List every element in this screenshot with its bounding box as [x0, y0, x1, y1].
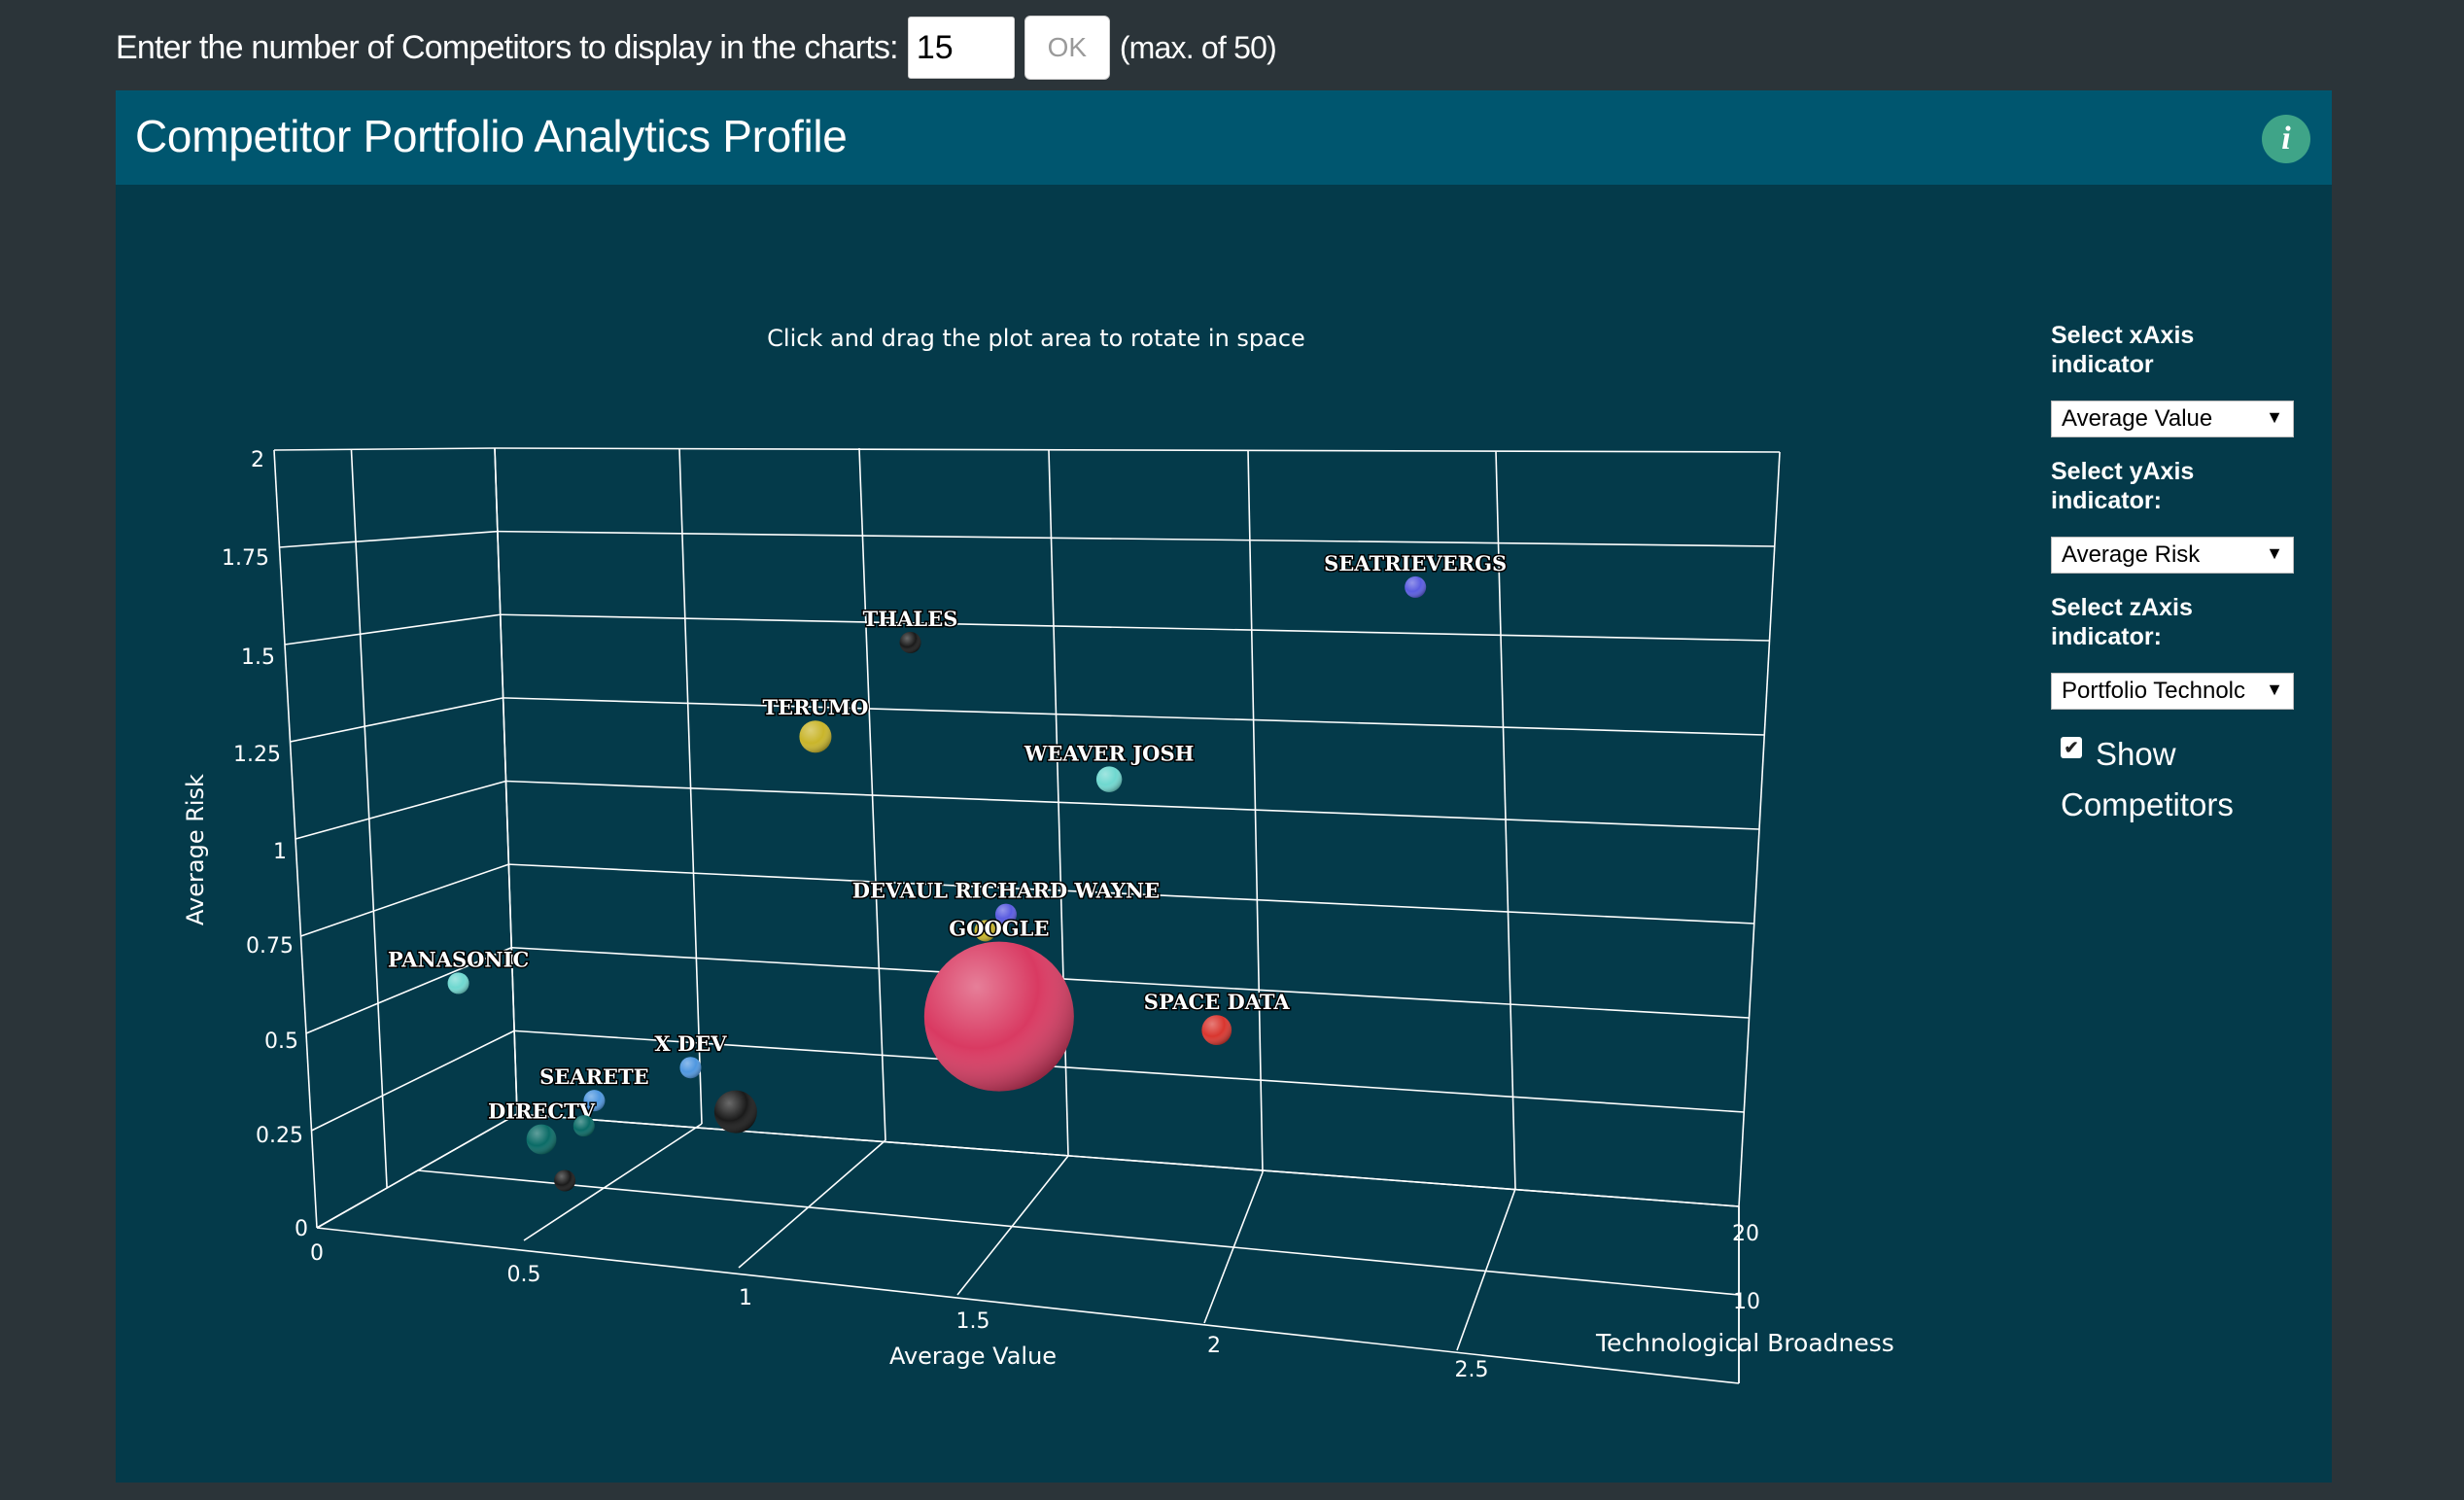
z-axis-label: Technological Broadness [1595, 1329, 1894, 1357]
data-point[interactable] [713, 1090, 757, 1134]
floor-line [738, 1139, 886, 1269]
data-point[interactable] [573, 1115, 595, 1137]
x-axis-select[interactable]: Average Value ▼ [2051, 401, 2294, 437]
floor-back-edge [516, 1113, 1740, 1207]
point-shading [447, 972, 469, 994]
show-competitors-row: ✔ Show [2051, 729, 2323, 780]
data-point[interactable]: TERUMO [761, 694, 870, 753]
competitor-count-input[interactable] [907, 17, 1015, 79]
left-wall-hline [290, 697, 503, 743]
point-shading [1201, 1015, 1232, 1046]
left-wall-hline [300, 863, 509, 937]
data-point[interactable]: WEAVER JOSH [1022, 740, 1196, 792]
point-label: SPACE DATA [1144, 990, 1291, 1014]
point-shading [713, 1090, 757, 1134]
point-shading [1405, 576, 1427, 598]
point-label: WEAVER JOSH [1024, 741, 1195, 765]
data-point[interactable]: SEATRIEVERGS [1323, 549, 1509, 598]
y-tick-label: 0.5 [264, 1029, 298, 1054]
y-tick-label: 1.75 [222, 546, 269, 571]
point-label: X DEV [654, 1031, 727, 1056]
z-axis-select-label: Select zAxis indicator: [2051, 594, 2193, 650]
data-point[interactable]: PANASONIC [386, 946, 531, 994]
y-axis-select[interactable]: Average Risk ▼ [2051, 537, 2294, 574]
max-note: (max. of 50) [1119, 29, 1277, 65]
chart-hint: Click and drag the plot area to rotate i… [767, 325, 1305, 352]
left-wall-hline [279, 530, 498, 548]
data-point[interactable]: THALES [861, 605, 959, 653]
x-tick-label: 1 [739, 1286, 752, 1310]
y-axis-select-label: Select yAxis indicator: [2051, 458, 2195, 514]
point-shading [1095, 766, 1123, 792]
competitor-count-bar: Enter the number of Competitors to displ… [116, 16, 1277, 80]
floor-line [316, 1113, 518, 1229]
point-shading [899, 631, 921, 653]
point-label: SEATRIEVERGS [1324, 551, 1507, 576]
y-tick-label: 0.25 [256, 1124, 303, 1148]
z-tick-label: 20 [1732, 1222, 1759, 1246]
point-shading [573, 1115, 595, 1137]
show-competitors-checkbox[interactable]: ✔ [2061, 737, 2082, 758]
left-wall-hline [273, 447, 496, 451]
data-point[interactable] [554, 1169, 576, 1192]
z-axis-select[interactable]: Portfolio Technolc ▼ [2051, 673, 2294, 710]
y-tick-label: 1.5 [241, 645, 275, 670]
back-wall-hline [503, 697, 1765, 736]
point-label: PANASONIC [388, 947, 529, 971]
left-wall-hline [284, 613, 501, 645]
left-wall-vline [273, 449, 318, 1229]
z-tick-label: 10 [1733, 1290, 1760, 1314]
point-label: TERUMO [762, 695, 868, 719]
point-shading [554, 1169, 576, 1192]
x-tick-label: 2 [1207, 1334, 1221, 1358]
chevron-down-icon: ▼ [2266, 680, 2283, 699]
chevron-down-icon: ▼ [2266, 543, 2283, 563]
chart-3d-plot[interactable]: Click and drag the plot area to rotate i… [116, 90, 2332, 1483]
chart-points: SEATRIEVERGS THALES TERUMO WEAVER JOSH DEVAU… [386, 549, 1509, 1192]
competitors-label: Competitors [2061, 786, 2234, 822]
x-tick-label: 1.5 [956, 1309, 990, 1334]
point-label: SEARETE [539, 1064, 649, 1089]
x-axis-select-label: Select xAxis indicator [2051, 322, 2195, 378]
show-label: Show [2096, 736, 2176, 772]
y-tick-label: 0 [295, 1217, 308, 1241]
floor-line [956, 1155, 1069, 1296]
ok-button[interactable]: OK [1024, 16, 1110, 80]
point-shading [679, 1057, 702, 1079]
y-tick-label: 1.25 [233, 743, 281, 767]
point-shading [799, 720, 832, 753]
back-wall-hline [505, 780, 1760, 830]
x-tick-label: 0.5 [507, 1263, 541, 1287]
point-label: GOOGLE [949, 917, 1049, 941]
chevron-down-icon: ▼ [2266, 407, 2283, 427]
y-tick-label: 0.75 [246, 934, 294, 959]
back-wall-hline [500, 613, 1770, 642]
left-wall-vline [350, 449, 388, 1189]
point-shading [526, 1124, 557, 1155]
x-axis-label: Average Value [889, 1343, 1057, 1370]
back-wall-vline [678, 447, 703, 1125]
back-wall-vline [1247, 449, 1264, 1173]
left-wall-hline [311, 1029, 515, 1132]
y-tick-label: 1 [273, 840, 287, 864]
axis-controls: Select xAxis indicator Average Value ▼ Sel… [2051, 321, 2323, 830]
y-axis-label: Average Risk [182, 774, 209, 925]
x-tick-label: 0 [310, 1241, 324, 1266]
analytics-panel: Competitor Portfolio Analytics Profile i… [116, 90, 2332, 1483]
back-wall-hline [494, 447, 1781, 453]
point-label: DEVAUL RICHARD WAYNE [852, 879, 1160, 903]
x-tick-label: 2.5 [1455, 1358, 1489, 1382]
competitor-count-prompt: Enter the number of Competitors to displ… [116, 28, 899, 66]
data-point[interactable]: X DEV [653, 1030, 729, 1079]
data-point[interactable]: SPACE DATA [1142, 989, 1292, 1046]
floor-mid-line [417, 1169, 1740, 1296]
data-point[interactable]: GOOGLE [923, 915, 1074, 1092]
back-wall-hline [497, 530, 1775, 547]
point-shading [923, 941, 1074, 1092]
point-label: THALES [863, 607, 958, 631]
left-wall-hline [295, 780, 506, 840]
y-tick-label: 2 [251, 448, 264, 472]
